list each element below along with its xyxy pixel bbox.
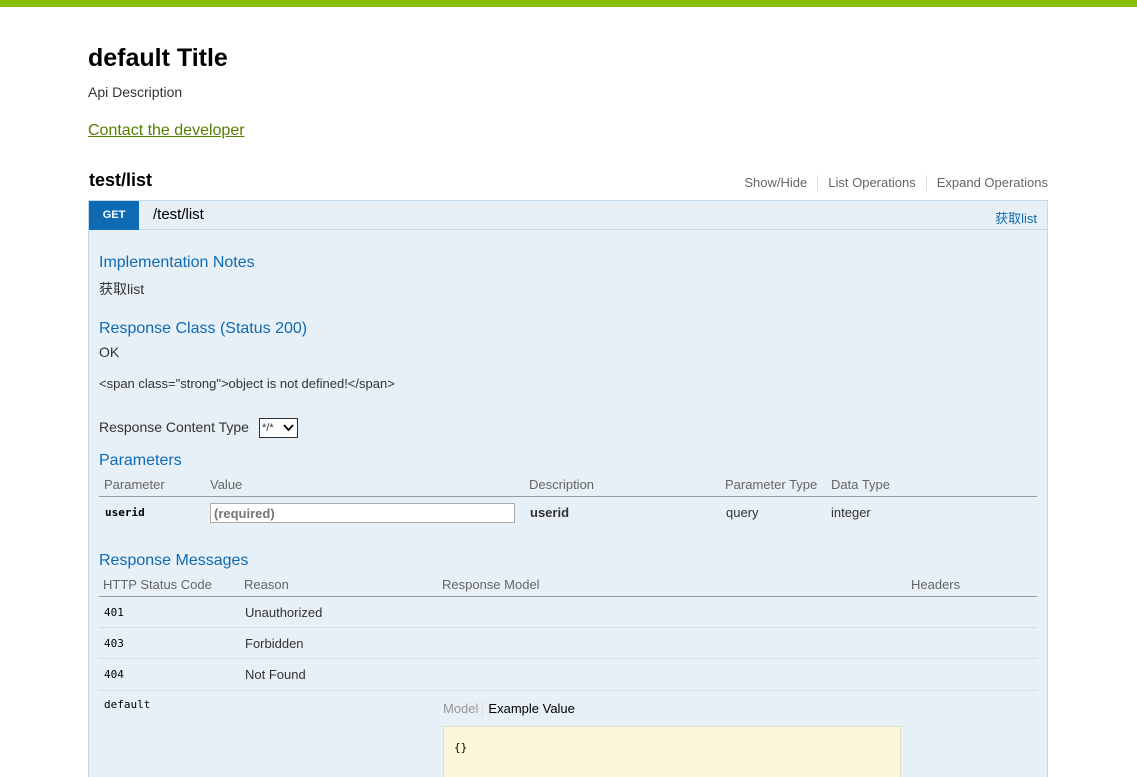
response-row-divider <box>99 690 1037 691</box>
response-content-type-select[interactable]: */* <box>259 418 298 438</box>
http-method-badge[interactable]: GET <box>89 201 139 230</box>
param-col-parameter-type: Parameter Type <box>725 477 818 492</box>
resp-col-model: Response Model <box>442 577 540 592</box>
example-value-text: {} <box>454 741 468 754</box>
param-data-type: integer <box>831 505 871 520</box>
contact-developer-link[interactable]: Contact the developer <box>88 122 245 140</box>
model-tab[interactable]: Model <box>443 701 484 716</box>
response-content-type-label: Response Content Type <box>99 419 249 435</box>
list-operations-link[interactable]: List Operations <box>818 175 927 191</box>
userid-input[interactable] <box>210 503 515 523</box>
resource-operations: Show/Hide List Operations Expand Operati… <box>734 175 1048 191</box>
operation-heading[interactable]: GET /test/list 获取list <box>89 201 1047 230</box>
show-hide-link[interactable]: Show/Hide <box>734 175 819 191</box>
response-reason: Forbidden <box>245 636 304 651</box>
param-type: query <box>726 505 759 520</box>
response-messages-heading: Response Messages <box>99 552 249 569</box>
expand-operations-link[interactable]: Expand Operations <box>927 175 1048 191</box>
response-class-status: OK <box>99 344 120 360</box>
operation-block: GET /test/list 获取list Implementation Not… <box>88 200 1048 777</box>
param-name: userid <box>105 506 145 519</box>
operation-path[interactable]: /test/list <box>153 206 204 223</box>
parameters-heading: Parameters <box>99 452 182 469</box>
response-reason: Not Found <box>245 667 306 682</box>
param-col-description: Description <box>529 477 595 492</box>
implementation-notes-heading: Implementation Notes <box>99 254 255 271</box>
response-class-model: <span class="strong">object is not defin… <box>99 376 395 391</box>
response-code: default <box>104 698 151 711</box>
resource-name[interactable]: test/list <box>89 170 152 191</box>
response-row-divider <box>99 627 1037 628</box>
param-description: userid <box>530 505 570 520</box>
response-code: 404 <box>104 668 124 681</box>
response-row-divider <box>99 658 1037 659</box>
api-description: Api Description <box>88 84 183 100</box>
resp-col-reason: Reason <box>244 577 289 592</box>
operation-summary[interactable]: 获取list <box>995 208 1037 227</box>
resp-col-status: HTTP Status Code <box>103 577 212 592</box>
resp-col-headers: Headers <box>911 577 961 592</box>
response-reason: Unauthorized <box>245 605 323 620</box>
resp-header-divider <box>99 596 1037 597</box>
param-header-divider <box>99 496 1037 497</box>
model-tabs: Model Example Value <box>443 701 575 716</box>
implementation-notes-text: 获取list <box>99 281 145 297</box>
chevron-down-icon <box>283 424 294 432</box>
param-col-value: Value <box>210 477 243 492</box>
param-col-parameter: Parameter <box>104 477 165 492</box>
response-code: 401 <box>104 606 124 619</box>
response-code: 403 <box>104 637 124 650</box>
page-title: default Title <box>88 44 228 72</box>
example-value-box[interactable]: {} <box>443 726 901 777</box>
top-accent-bar <box>0 0 1137 7</box>
param-col-data-type: Data Type <box>831 477 891 492</box>
response-content-type-value: */* <box>262 422 274 434</box>
response-class-heading: Response Class (Status 200) <box>99 320 308 337</box>
example-value-tab[interactable]: Example Value <box>483 701 574 716</box>
